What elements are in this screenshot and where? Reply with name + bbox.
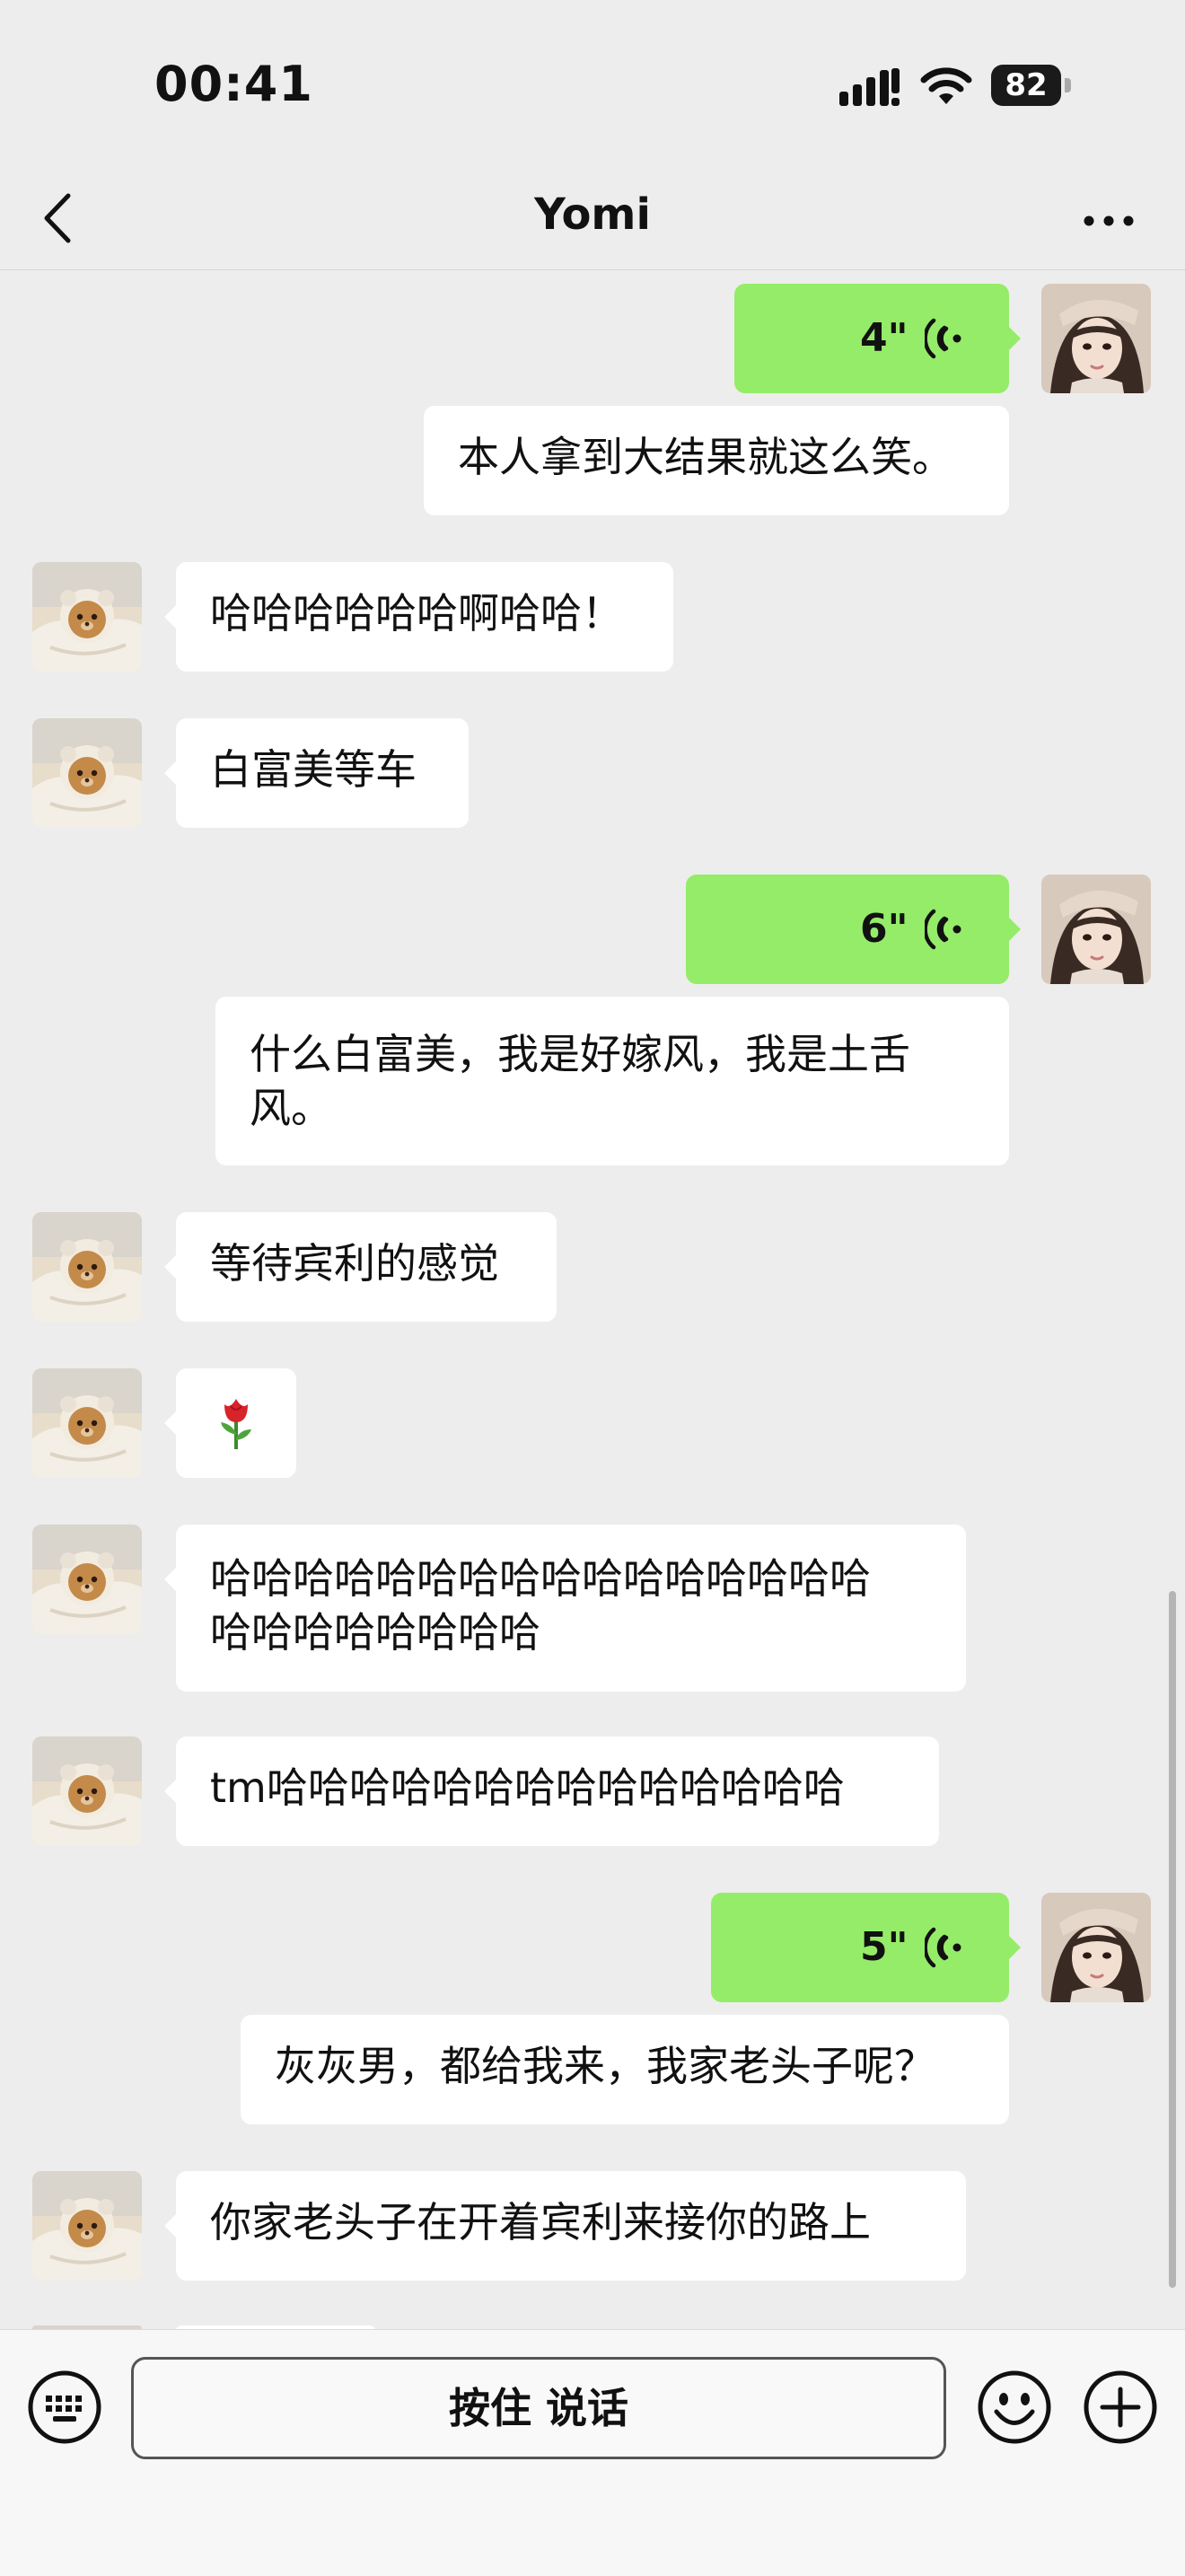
message-text: 灰灰男，都给我来，我家老头子呢？ [275,2042,935,2090]
self-avatar[interactable] [1041,1893,1151,2002]
keyboard-icon[interactable] [27,2369,102,2445]
voice-wave-icon [925,316,966,361]
message-bubble[interactable]: 什么白富美，我是好嫁风，我是土舌 风。 [215,997,1009,1165]
contact-avatar[interactable] [32,2171,142,2281]
contact-avatar[interactable] [32,562,142,672]
battery-level: 82 [1005,67,1048,103]
message-bubble[interactable]: 灰灰男，都给我来，我家老头子呢？ [241,2015,1009,2124]
message-bubble[interactable]: 哈哈哈哈哈哈哈哈哈哈哈哈哈哈哈哈 哈哈哈哈哈哈哈哈 [176,1525,966,1692]
voice-duration: 6" [860,906,908,952]
message-text-line: 哈哈哈哈哈哈哈哈哈哈哈哈哈哈哈哈 [210,1554,871,1603]
message-text-line: 什么白富美，我是好嫁风，我是土舌 [250,1030,910,1078]
voice-duration: 4" [860,315,908,361]
rose-icon [221,1399,251,1449]
wifi-icon [920,67,972,104]
contact-avatar[interactable] [32,1368,142,1478]
message-bubble[interactable]: 你家老头子在开着宾利来接你的路上 [176,2171,966,2281]
chat-header: Yomi [0,171,1185,270]
contact-avatar[interactable] [32,1212,142,1322]
voice-wave-icon [925,907,966,952]
input-bar: 按住 说话 [0,2329,1185,2576]
contact-avatar[interactable] [32,1736,142,1846]
contact-avatar[interactable] [32,1525,142,1634]
chat-title: Yomi [534,189,651,240]
message-text-line: 哈哈哈哈哈哈哈哈 [210,1608,540,1657]
hold-to-talk-button[interactable]: 按住 说话 [131,2357,946,2459]
message-text: 你家老头子在开着宾利来接你的路上 [210,2198,871,2246]
message-bubble[interactable]: 白富美等车 [176,718,469,828]
plus-icon[interactable] [1083,2369,1158,2445]
self-avatar[interactable] [1041,284,1151,393]
battery-indicator: 82 [991,65,1072,106]
message-text: 白富美等车 [210,745,417,794]
scrollbar[interactable] [1169,1591,1176,2288]
message-text: 哈哈哈哈哈哈啊哈哈！ [210,589,623,637]
more-options-icon[interactable] [1077,203,1140,239]
message-bubble[interactable]: 等待宾利的感觉 [176,1212,557,1322]
message-bubble[interactable] [176,1368,296,1478]
voice-wave-icon [925,1925,966,1970]
message-bubble[interactable]: tm哈哈哈哈哈哈哈哈哈哈哈哈哈哈 [176,1736,939,1846]
message-text-line: 风。 [250,1084,332,1132]
message-text: 本人拿到大结果就这么笑。 [458,433,953,481]
cellular-signal-icon [839,68,900,106]
message-text: tm哈哈哈哈哈哈哈哈哈哈哈哈哈哈 [210,1763,845,1812]
emoji-icon[interactable] [977,2369,1052,2445]
message-bubble[interactable]: 本人拿到大结果就这么笑。 [424,406,1009,515]
contact-avatar[interactable] [32,718,142,828]
voice-duration: 5" [860,1924,908,1970]
status-time: 00:41 [154,56,313,112]
status-bar: 00:41 82 [0,0,1185,171]
message-text: 等待宾利的感觉 [210,1239,499,1288]
message-bubble[interactable]: 哈哈哈哈哈哈啊哈哈！ [176,562,673,672]
self-avatar[interactable] [1041,875,1151,984]
